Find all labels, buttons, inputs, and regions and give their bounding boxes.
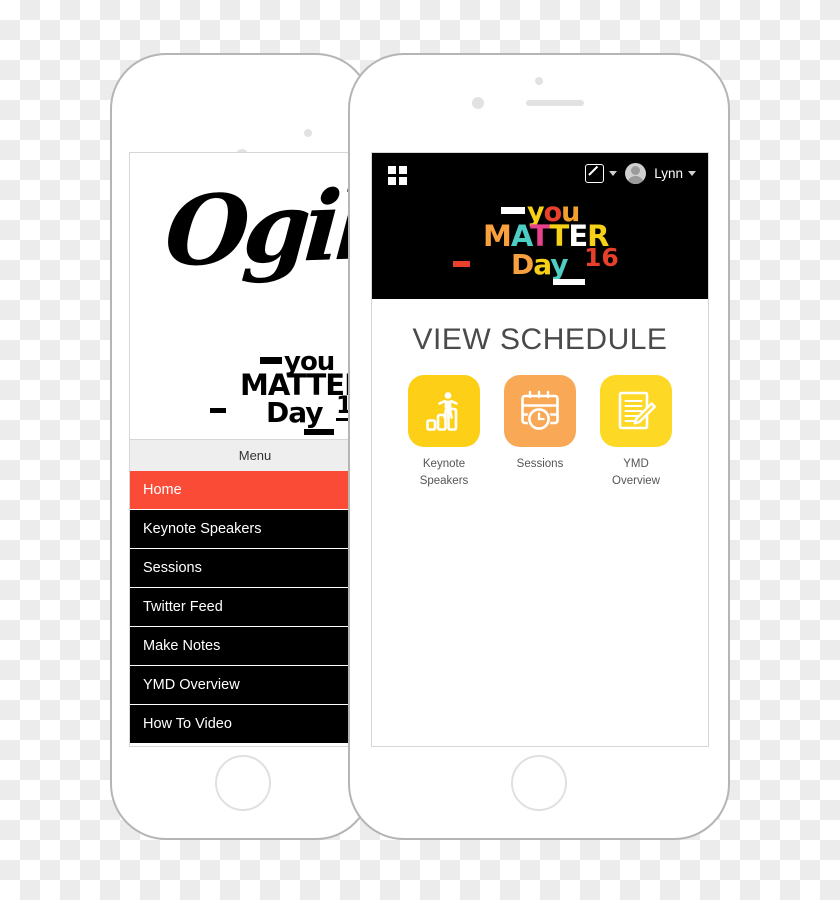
tile-label-line1: Keynote [422,458,466,470]
chevron-down-icon[interactable] [609,171,618,176]
logo-line-day: Day [266,396,324,429]
front-phone-frame: Lynn you MATTER Day 16 VIEW SCHEDULE Key… [348,53,730,840]
tile-label-line2: Speakers [419,474,469,487]
menu-item-make-notes[interactable]: Make Notes [130,627,380,666]
tile-label-line1: YMD [623,458,649,470]
schedule-tiles: Keynote Speakers Sessions YMD Overview [372,375,708,489]
front-phone-screen: Lynn you MATTER Day 16 VIEW SCHEDULE Key… [371,152,709,747]
splash-graphic: Ogilvy you MATTER Day 16 [130,153,380,439]
logo-dash-bottom [553,279,585,285]
header-toolbar: Lynn [372,153,708,197]
menu-item-keynote-speakers[interactable]: Keynote Speakers [130,510,380,549]
tile-sessions[interactable]: Sessions [504,375,576,489]
back-phone-screen: Ogilvy you MATTER Day 16 Menu Home Keyno… [129,152,381,747]
tile-label: Keynote Speakers [408,456,480,489]
app-header: Lynn you MATTER Day 16 [372,153,708,299]
logo-line-day: Day [511,248,569,281]
proximity-sensor [304,129,312,137]
logo-year: 16 [584,243,619,272]
ymd-logo-color: you MATTER Day 16 [445,197,635,293]
avatar[interactable] [625,163,647,184]
document-pencil-icon [600,375,672,447]
home-button[interactable] [215,755,271,811]
menu-header: Menu [130,439,380,471]
logo-dash-left [453,261,470,267]
tile-label: Sessions [504,456,576,473]
nav-menu: Home Keynote Speakers Sessions Twitter F… [130,471,380,744]
user-name-label: Lynn [654,166,683,181]
person-on-bar-chart-icon [408,375,480,447]
menu-item-twitter-feed[interactable]: Twitter Feed [130,588,380,627]
home-button[interactable] [511,755,567,811]
logo-dash-top [260,357,282,364]
tile-label: YMD Overview [600,456,672,489]
menu-item-how-to-video[interactable]: How To Video [130,705,380,744]
tile-label-line2: Overview [612,474,660,487]
menu-item-home[interactable]: Home [130,471,380,510]
tile-ymd-overview[interactable]: YMD Overview [600,375,672,489]
menu-item-ymd-overview[interactable]: YMD Overview [130,666,380,705]
logo-dash-left [210,408,226,413]
compose-pencil-icon[interactable] [585,164,605,183]
chevron-down-icon[interactable] [688,171,696,176]
earpiece-speaker [526,100,584,106]
calendar-clock-icon [504,375,576,447]
logo-dash-top [501,207,525,214]
back-phone-frame: Ogilvy you MATTER Day 16 Menu Home Keyno… [110,53,381,840]
front-camera [472,97,484,109]
page-title: VIEW SCHEDULE [412,323,668,356]
grid-icon[interactable] [388,166,407,185]
menu-item-sessions[interactable]: Sessions [130,549,380,588]
proximity-sensor [535,77,543,85]
tile-keynote-speakers[interactable]: Keynote Speakers [408,375,480,489]
header-right-cluster: Lynn [585,163,696,184]
tile-label-line1: Sessions [516,458,564,470]
logo-dash-bottom [304,429,334,435]
